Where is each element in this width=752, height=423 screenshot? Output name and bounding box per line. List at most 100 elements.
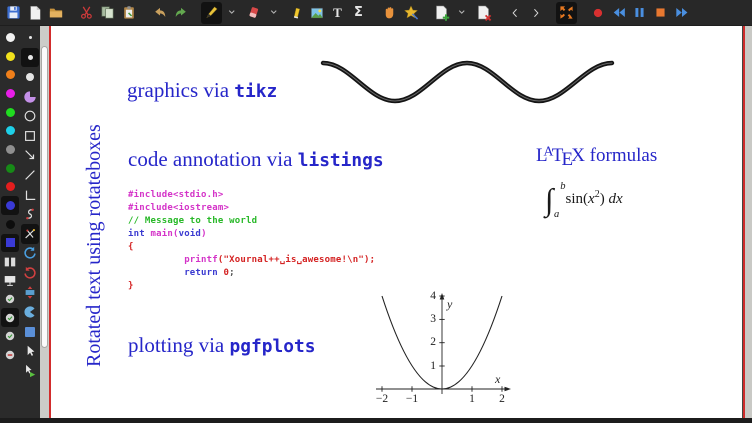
code-line: } — [128, 280, 375, 293]
add-page-button[interactable] — [431, 2, 452, 24]
insert-image-button[interactable] — [306, 2, 327, 24]
rotate-left-button[interactable] — [21, 244, 39, 264]
next-page-button[interactable] — [525, 2, 546, 24]
color-orange-swatch — [6, 70, 15, 79]
draw-rectangle-button[interactable] — [21, 126, 39, 146]
text-tool-button[interactable]: T — [327, 2, 348, 24]
heading-tikz-plain: graphics via — [127, 78, 234, 102]
redo-button[interactable] — [170, 2, 191, 24]
record-button[interactable] — [587, 2, 608, 24]
formula-body: sin(x2) dx — [566, 191, 623, 207]
eraser-tool-button[interactable] — [243, 2, 264, 24]
shape-recognizer-button[interactable] — [400, 2, 421, 24]
document-page[interactable]: Rotated text using rotateboxes graphics … — [49, 26, 742, 418]
code-listing: #include<stdio.h>#include<iostream>// Me… — [128, 189, 375, 293]
toggle-4-button[interactable] — [1, 346, 19, 365]
toggle-1-button[interactable] — [1, 290, 19, 309]
right-edge-strip — [745, 26, 752, 418]
xtick--2: −2 — [376, 393, 388, 405]
y-axis-label: y — [447, 297, 452, 312]
pause-button[interactable] — [629, 2, 650, 24]
paste-button[interactable] — [118, 2, 139, 24]
angle-right-icon — [531, 6, 541, 20]
select-object-button[interactable] — [21, 342, 39, 362]
code-line: { — [128, 241, 375, 254]
stroke-recognizer-button[interactable] — [21, 224, 39, 244]
page-delete-icon — [476, 5, 492, 21]
pen-size-thick-button[interactable] — [21, 67, 39, 87]
shape-spline-icon — [23, 207, 37, 221]
hand-icon — [382, 5, 397, 20]
dual-page-view-button[interactable] — [1, 252, 19, 271]
draw-circle-button[interactable] — [21, 106, 39, 126]
add-page-options-button[interactable] — [452, 2, 473, 24]
color-custom-button[interactable] — [1, 234, 19, 253]
save-button[interactable] — [3, 2, 24, 24]
copy-button[interactable] — [97, 2, 118, 24]
status-bar — [0, 418, 752, 423]
color-green-button[interactable] — [1, 103, 19, 122]
vertical-space-button[interactable] — [21, 283, 39, 303]
angle-left-icon — [510, 6, 520, 20]
code-line: int main(void) — [128, 228, 375, 241]
color-orange-button[interactable] — [1, 65, 19, 84]
play-object-button[interactable] — [21, 361, 39, 381]
color-cyan-button[interactable] — [1, 121, 19, 140]
fast-forward-icon — [674, 6, 690, 19]
heading-latex: LATEX formulas — [536, 145, 657, 167]
main-toolbar: TΣ — [0, 0, 752, 26]
fill-tool-button[interactable] — [21, 87, 39, 107]
vertical-scrollbar-track[interactable] — [40, 26, 49, 418]
select-rectangle-button[interactable] — [21, 322, 39, 342]
color-gray-button[interactable] — [1, 140, 19, 159]
undo-button[interactable] — [149, 2, 170, 24]
color-black-button[interactable] — [1, 215, 19, 234]
code-line: #include<stdio.h> — [128, 189, 375, 202]
draw-spline-button[interactable] — [21, 204, 39, 224]
eraser-options-button[interactable] — [264, 2, 285, 24]
redo-arrow-icon — [173, 6, 189, 20]
hand-tool-button[interactable] — [379, 2, 400, 24]
fast-forward-button[interactable] — [671, 2, 692, 24]
select-rect-icon — [25, 327, 35, 337]
color-magenta-button[interactable] — [1, 84, 19, 103]
pen-size-medium-button[interactable] — [21, 48, 39, 68]
new-file-button[interactable] — [24, 2, 45, 24]
delete-page-button[interactable] — [473, 2, 494, 24]
xtick-1: 1 — [469, 393, 475, 405]
cut-button[interactable] — [76, 2, 97, 24]
heading-tikz: graphics via tikz — [127, 78, 277, 103]
color-dark-green-button[interactable] — [1, 159, 19, 178]
shape-angle-icon — [23, 188, 37, 202]
math-tex-button[interactable]: Σ — [348, 2, 369, 24]
stop-button[interactable] — [650, 2, 671, 24]
rewind-button[interactable] — [608, 2, 629, 24]
vertical-scrollbar-thumb[interactable] — [41, 46, 48, 348]
sidebar-color-column — [0, 28, 20, 418]
draw-coordinate-system-button[interactable] — [21, 185, 39, 205]
screen-icon — [3, 274, 17, 287]
color-blue-button[interactable] — [1, 196, 19, 215]
heading-listings-plain: code annotation via — [128, 147, 298, 171]
open-button[interactable] — [45, 2, 66, 24]
select-region-button[interactable] — [21, 302, 39, 322]
prev-page-button[interactable] — [504, 2, 525, 24]
pen-tool-button[interactable] — [201, 2, 222, 24]
highlighter-tool-button[interactable] — [285, 2, 306, 24]
draw-arrow-button[interactable] — [21, 146, 39, 166]
shape-rect-icon — [23, 129, 37, 143]
pen-size-fine-button[interactable] — [21, 28, 39, 48]
rotate-right-button[interactable] — [21, 263, 39, 283]
presentation-mode-button[interactable] — [1, 271, 19, 290]
draw-line-button[interactable] — [21, 165, 39, 185]
heading-pgfplots: plotting via pgfplots — [128, 333, 315, 358]
pen-options-button[interactable] — [222, 2, 243, 24]
toggle-3-button[interactable] — [1, 327, 19, 346]
toggle-2-button[interactable] — [1, 308, 19, 327]
color-red-button[interactable] — [1, 178, 19, 197]
color-white-button[interactable] — [1, 28, 19, 47]
heading-listings-mono: listings — [298, 150, 384, 171]
color-yellow-button[interactable] — [1, 47, 19, 66]
fullscreen-button[interactable] — [556, 2, 577, 24]
ytick-1: 1 — [430, 360, 436, 372]
